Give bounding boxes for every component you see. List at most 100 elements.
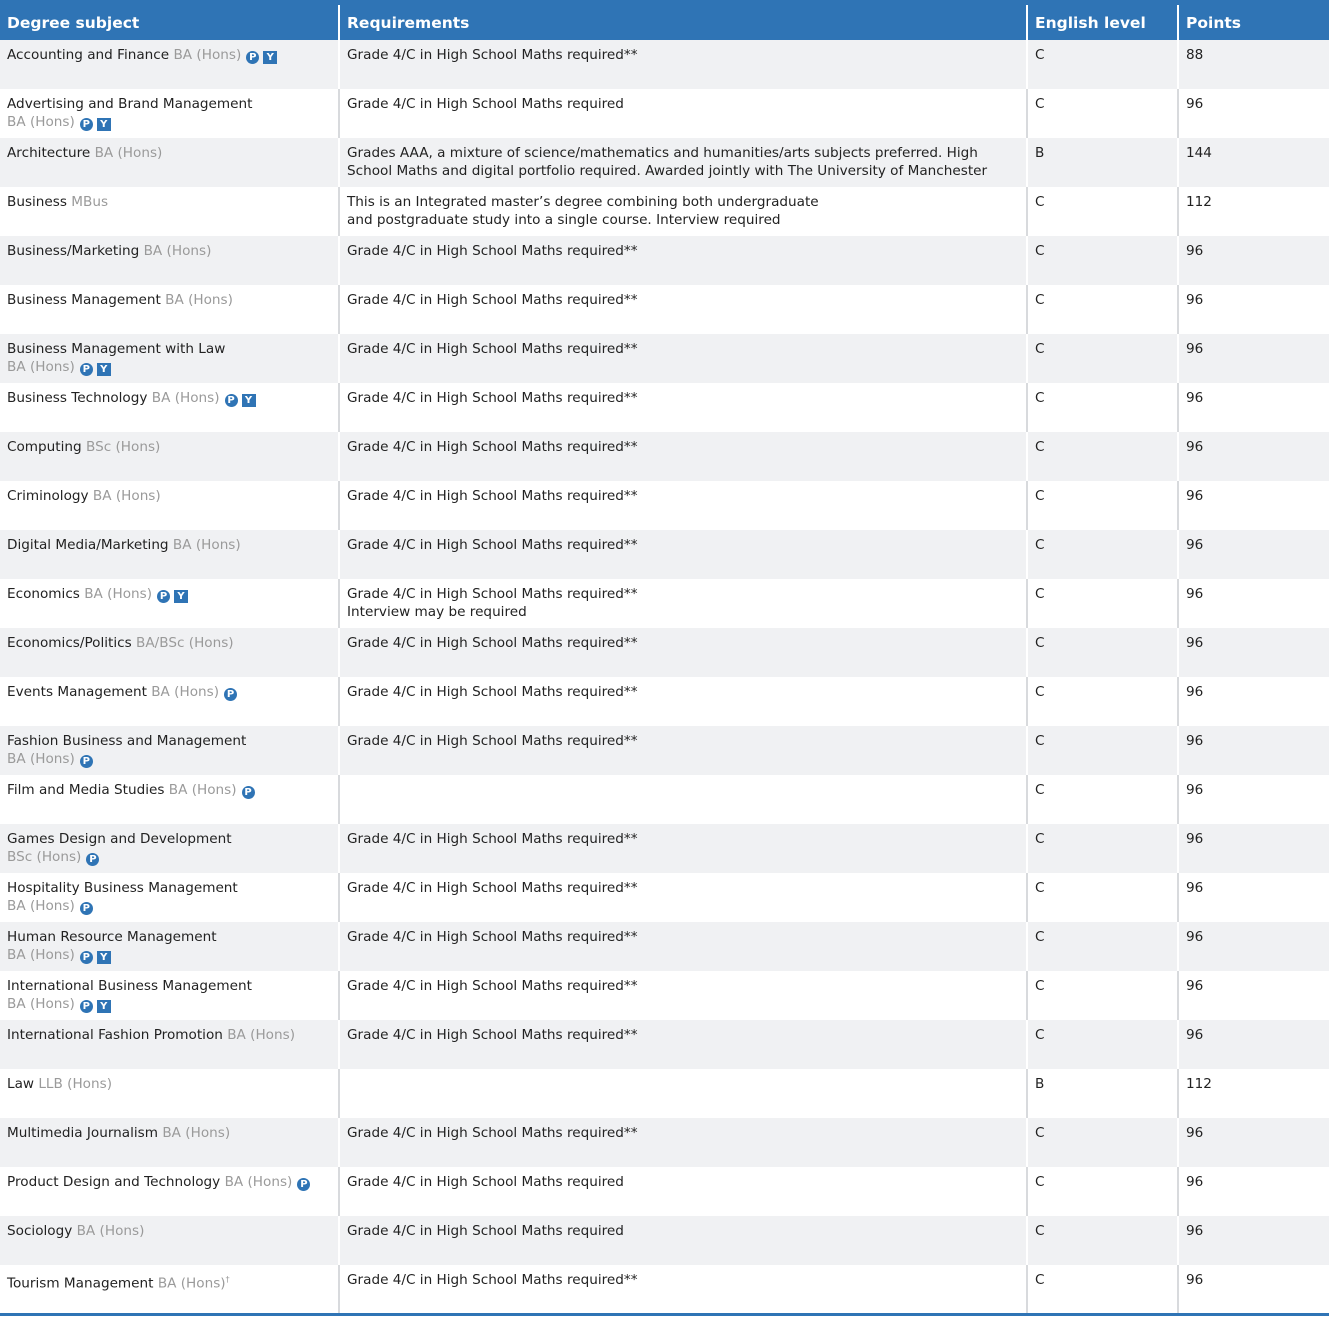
points-cell: 96 <box>1177 1216 1329 1265</box>
degree-qualification: BA (Hons) <box>168 782 237 798</box>
requirements-cell: Grade 4/C in High School Maths required*… <box>338 481 1027 530</box>
english-level-cell: B <box>1026 138 1178 187</box>
table-row: Business MBus This is an Integrated maste… <box>0 187 1329 236</box>
placement-p-icon: P <box>79 951 93 964</box>
degree-qualification: BA/BSc (Hons) <box>136 635 234 651</box>
requirements-cell: Grade 4/C in High School Maths required*… <box>338 677 1027 726</box>
degree-name: Business Management with Law <box>7 341 226 357</box>
requirement-text: Grade 4/C in High School Maths required*… <box>347 929 638 945</box>
requirement-text: Grade 4/C in High School Maths required*… <box>347 390 638 406</box>
table-row: Hospitality Business Management BA (Hons)… <box>0 873 1329 922</box>
degree-qualification: BA (Hons) <box>172 537 241 553</box>
header-points: Points <box>1177 2 1329 40</box>
english-level-cell: C <box>1026 1167 1178 1216</box>
badge-group: PY <box>75 359 111 376</box>
table-row: Games Design and Development BSc (Hons) P G… <box>0 824 1329 873</box>
table-row: Human Resource Management BA (Hons) P Y Grad… <box>0 922 1329 971</box>
footnote-marker: † <box>225 1275 230 1284</box>
placement-p-icon: P <box>224 688 238 701</box>
points-cell: 96 <box>1177 89 1329 138</box>
degree-qualification: BA (Hons) <box>157 1275 226 1292</box>
english-level-cell: B <box>1026 1069 1178 1118</box>
requirement-text: Grade 4/C in High School Maths required*… <box>347 880 638 896</box>
english-level-cell: C <box>1026 236 1178 285</box>
points-cell: 112 <box>1177 187 1329 236</box>
degree-name: Law <box>7 1076 35 1092</box>
degree-subject-cell: International Fashion Promotion BA (Hons… <box>0 1020 339 1069</box>
degree-requirements-page: Degree subject Requirements English leve… <box>0 0 1329 1318</box>
header-degree-subject: Degree subject <box>0 2 339 40</box>
requirements-cell: Grade 4/C in High School Maths required*… <box>338 1265 1027 1314</box>
requirements-cell: This is an Integrated master’s degree co… <box>338 187 1027 236</box>
table-header: Degree subject Requirements English leve… <box>0 2 1329 40</box>
english-level-cell: C <box>1026 40 1178 89</box>
english-level-cell: C <box>1026 481 1178 530</box>
degree-subject-cell: Tourism Management BA (Hons)† <box>0 1265 339 1314</box>
degree-name: Architecture <box>7 145 91 161</box>
degree-qualification: BA (Hons) <box>7 751 75 767</box>
header-row: Degree subject Requirements English leve… <box>0 2 1329 40</box>
table-row: Business Technology BA (Hons) P Y Grade 4/C… <box>0 383 1329 432</box>
year-y-icon: Y <box>96 951 111 964</box>
requirements-cell: Grade 4/C in High School Maths required <box>338 1216 1027 1265</box>
degree-name: Hospitality Business Management <box>7 880 238 896</box>
badge-group: P <box>81 849 100 866</box>
requirements-cell: Grade 4/C in High School Maths required <box>338 1167 1027 1216</box>
table-row: Computing BSc (Hons) Grade 4/C in High Sc… <box>0 432 1329 481</box>
requirement-text: and postgraduate study into a single cou… <box>347 212 781 228</box>
points-cell: 96 <box>1177 236 1329 285</box>
table-row: Sociology BA (Hons) Grade 4/C in High Sch… <box>0 1216 1329 1265</box>
requirement-text: Grade 4/C in High School Maths required*… <box>347 243 638 259</box>
requirements-cell: Grade 4/C in High School Maths required*… <box>338 1118 1027 1167</box>
degree-name: Economics/Politics <box>7 635 132 651</box>
requirement-text: Grade 4/C in High School Maths required*… <box>347 1125 638 1141</box>
degree-subject-cell: Economics BA (Hons) P Y <box>0 579 339 628</box>
badge-group: PY <box>220 390 256 407</box>
degree-subject-cell: Games Design and Development BSc (Hons) P <box>0 824 339 873</box>
points-cell: 96 <box>1177 726 1329 775</box>
badge-group: P <box>237 782 255 799</box>
requirement-text: This is an Integrated master’s degree co… <box>347 194 819 210</box>
degree-name: Business Management <box>7 292 161 308</box>
english-level-cell: C <box>1026 873 1178 922</box>
degree-qualification: BA (Hons) <box>224 1174 293 1190</box>
requirement-text: Grade 4/C in High School Maths required <box>347 96 624 112</box>
requirements-cell: Grade 4/C in High School Maths required*… <box>338 922 1027 971</box>
degree-name: Computing <box>7 439 82 455</box>
year-y-icon: Y <box>263 51 278 64</box>
badge-group: P <box>75 898 93 915</box>
requirements-cell: Grade 4/C in High School Maths required*… <box>338 873 1027 922</box>
requirement-text: Grade 4/C in High School Maths required*… <box>347 586 638 602</box>
degree-qualification: BA (Hons) <box>165 292 233 308</box>
points-cell: 96 <box>1177 579 1329 628</box>
requirements-cell: Grade 4/C in High School Maths required*… <box>338 383 1027 432</box>
table-row: Fashion Business and Management BA (Hons)… <box>0 726 1329 775</box>
badge-group: PY <box>75 996 111 1013</box>
english-level-cell: C <box>1026 579 1178 628</box>
degree-requirements-table: Degree subject Requirements English leve… <box>0 0 1329 1316</box>
requirements-cell: Grade 4/C in High School Maths required*… <box>338 236 1027 285</box>
requirement-text: Grade 4/C in High School Maths required*… <box>347 733 638 749</box>
points-cell: 96 <box>1177 1167 1329 1216</box>
english-level-cell: C <box>1026 187 1178 236</box>
degree-subject-cell: Hospitality Business Management BA (Hons)… <box>0 873 339 922</box>
table-row: Digital Media/Marketing BA (Hons) Grade 4… <box>0 530 1329 579</box>
degree-subject-cell: Economics/Politics BA/BSc (Hons) <box>0 628 339 677</box>
requirements-cell: Grade 4/C in High School Maths required*… <box>338 530 1027 579</box>
badge-group: P <box>75 751 93 768</box>
requirement-text: Grade 4/C in High School Maths required*… <box>347 978 638 994</box>
degree-qualification: BSc (Hons) <box>85 439 161 455</box>
placement-p-icon: P <box>246 51 260 64</box>
header-english-level: English level <box>1026 2 1178 40</box>
english-level-cell: C <box>1026 1216 1178 1265</box>
degree-qualification: BA (Hons) <box>7 898 75 914</box>
degree-subject-cell: Business/Marketing BA (Hons) <box>0 236 339 285</box>
degree-subject-cell: Criminology BA (Hons) <box>0 481 339 530</box>
points-cell: 96 <box>1177 334 1329 383</box>
table-row: Law LLB (Hons) B 112 <box>0 1069 1329 1118</box>
placement-p-icon: P <box>79 902 93 915</box>
header-requirements: Requirements <box>338 2 1027 40</box>
placement-p-icon: P <box>79 755 93 768</box>
table-row: Advertising and Brand Management BA (Hons… <box>0 89 1329 138</box>
english-level-cell: C <box>1026 1118 1178 1167</box>
